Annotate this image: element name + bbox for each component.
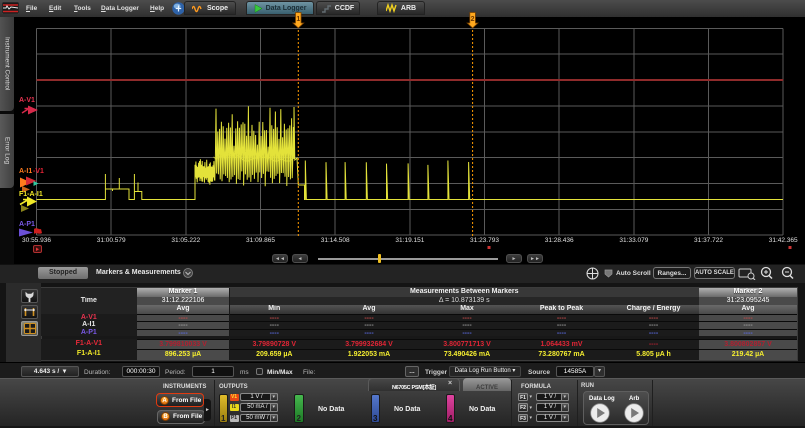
- svg-text:2: 2: [471, 16, 475, 23]
- svg-text:1: 1: [296, 16, 300, 23]
